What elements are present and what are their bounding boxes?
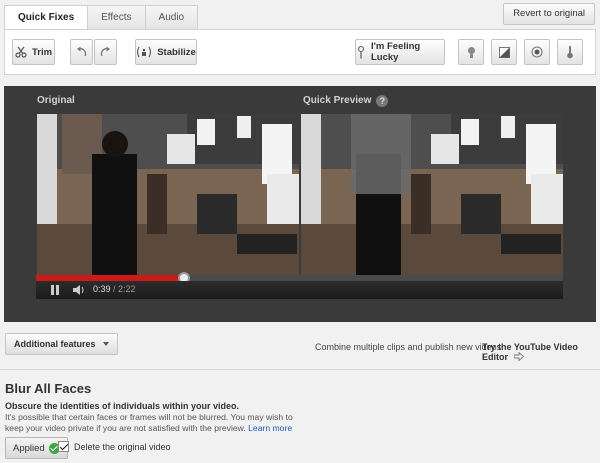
arrow-right-icon: [511, 351, 524, 362]
original-label: Original: [37, 95, 75, 106]
dropdown-arrow-icon: [103, 342, 110, 346]
rotate-right-button[interactable]: [94, 39, 117, 65]
revert-button[interactable]: Revert to original: [503, 3, 595, 25]
lightbulb-icon: [467, 46, 476, 59]
promo-row: Additional features Combine multiple cli…: [0, 333, 600, 362]
video-editor-link[interactable]: Try the YouTube Video Editor: [482, 342, 600, 362]
section-divider: [0, 369, 600, 370]
additional-features-button[interactable]: Additional features: [5, 333, 119, 355]
blur-faces-subtitle: Obscure the identities of individuals wi…: [5, 401, 240, 411]
preview-video-frame[interactable]: [301, 114, 563, 277]
trim-button[interactable]: Trim: [12, 39, 55, 65]
delete-original-label: Delete the original video: [74, 441, 171, 452]
quick-fixes-panel: Trim Stabilize I'm Feeling Lucky: [4, 29, 596, 75]
video-editor-link-label: Try the YouTube Video Editor: [482, 342, 578, 362]
applied-label: Applied: [13, 442, 45, 454]
saturation-button[interactable]: [524, 39, 550, 65]
editor-header: Quick Fixes Effects Audio Revert to orig…: [0, 0, 600, 86]
volume-icon[interactable]: [72, 284, 86, 299]
original-video-frame[interactable]: [37, 114, 299, 277]
temperature-button[interactable]: [557, 39, 583, 65]
trim-label: Trim: [31, 46, 53, 58]
time-display: 0:39 / 2:22: [93, 284, 136, 294]
rotate-left-icon: [75, 46, 88, 59]
learn-more-link[interactable]: Learn more: [248, 423, 292, 433]
contrast-icon: [498, 46, 510, 58]
feeling-lucky-button[interactable]: I'm Feeling Lucky: [355, 39, 445, 65]
delete-original-option[interactable]: Delete the original video: [58, 441, 171, 452]
saturation-icon: [531, 46, 543, 58]
stabilize-icon: [136, 46, 152, 58]
feeling-lucky-label: I'm Feeling Lucky: [371, 41, 421, 63]
player-controls: 0:39 / 2:22: [36, 281, 563, 299]
brightness-button[interactable]: [458, 39, 484, 65]
video-comparison-panel: Original Quick Preview? 0:39 / 2:22: [4, 86, 596, 322]
combine-clips-text: Combine multiple clips and publish new v…: [315, 342, 504, 352]
stabilize-button[interactable]: Stabilize: [135, 39, 197, 65]
duration: / 2:22: [113, 284, 136, 294]
additional-features-label: Additional features: [14, 339, 96, 349]
magic-wand-icon: [356, 45, 366, 59]
tab-quick-fixes[interactable]: Quick Fixes: [4, 5, 89, 30]
scissors-icon: [15, 46, 27, 58]
current-time: 0:39: [93, 284, 111, 294]
contrast-button[interactable]: [491, 39, 517, 65]
rotate-right-icon: [99, 46, 112, 59]
blur-faces-description: It's possible that certain faces or fram…: [5, 412, 305, 434]
quick-preview-label: Quick Preview: [303, 95, 372, 106]
tab-audio[interactable]: Audio: [144, 5, 199, 29]
stabilize-label: Stabilize: [157, 46, 196, 58]
pause-icon[interactable]: [50, 284, 60, 299]
delete-original-checkbox[interactable]: [58, 441, 69, 452]
temperature-icon: [566, 45, 574, 59]
tab-effects[interactable]: Effects: [87, 5, 146, 29]
help-icon[interactable]: ?: [376, 95, 389, 107]
tab-bar: Quick Fixes Effects Audio: [4, 5, 199, 30]
rotate-left-button[interactable]: [70, 39, 93, 65]
blur-faces-title: Blur All Faces: [5, 381, 92, 396]
quick-preview-heading: Quick Preview?: [303, 95, 389, 107]
